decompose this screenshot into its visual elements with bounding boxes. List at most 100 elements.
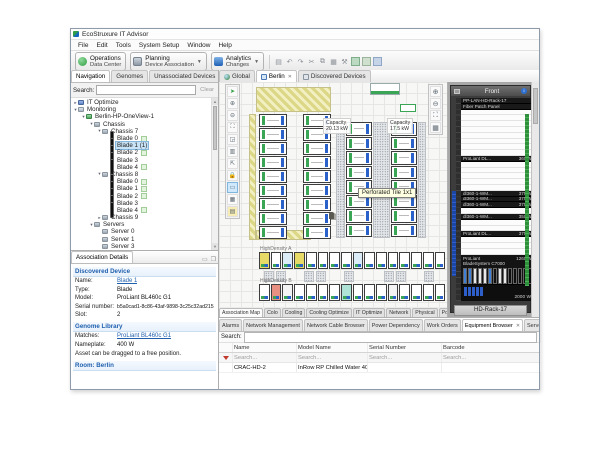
rack-view-tool-icon[interactable]: ▥ (227, 146, 238, 157)
layer-tab-cooling[interactable]: Cooling (282, 308, 306, 317)
unplaced-equipment[interactable] (400, 104, 416, 112)
tree-item-blade-1[interactable]: Blade 1 (71, 185, 218, 192)
minimize-icon[interactable]: ▭ (202, 256, 208, 263)
perspective-analytics[interactable]: AnalyticsChanges▼ (211, 52, 264, 71)
tab-berlin[interactable]: Berlin✕ (256, 70, 297, 82)
grid-view-icon[interactable]: ▦ (430, 122, 441, 133)
tree-scrollbar[interactable]: ▲ ▼ (211, 98, 218, 250)
menu-tools[interactable]: Tools (112, 42, 135, 49)
map-rack[interactable] (364, 252, 375, 269)
tree-item-blade-1-(1)[interactable]: Blade 1 (1) (71, 142, 218, 149)
map-rack[interactable] (353, 284, 364, 301)
column-header-model-name[interactable]: Model Name (297, 343, 368, 352)
tree-item-monitoring[interactable]: ▾Monitoring (71, 106, 218, 113)
blade-slot[interactable] (518, 268, 522, 284)
perforated-tile[interactable] (396, 271, 406, 282)
maximize-icon[interactable]: ❐ (211, 256, 216, 263)
redo-icon[interactable]: ↷ (296, 57, 305, 66)
layer-tab-network[interactable]: Network (386, 308, 411, 317)
tab-work-orders[interactable]: Work Orders (424, 319, 461, 331)
map-rack[interactable] (259, 252, 270, 269)
tools-icon[interactable]: ⚒ (340, 57, 349, 66)
tile-tool-icon[interactable]: ▦ (227, 194, 238, 205)
map-rack[interactable] (391, 166, 417, 180)
tab-navigation[interactable]: Navigation (71, 70, 110, 82)
blade-slot[interactable] (503, 268, 507, 284)
tree-item-chassis-8[interactable]: ▾Chassis 8 (71, 171, 218, 178)
pan-tool-icon[interactable]: ➤ (227, 86, 238, 97)
map-rack[interactable] (259, 198, 287, 211)
perspective-operations[interactable]: OperationsData Center (75, 52, 126, 71)
rack-unit-blade-chassis[interactable]: ProLiant1260 WBladeSystem C7000 (461, 255, 534, 285)
menu-file[interactable]: File (74, 42, 92, 49)
map-rack[interactable] (346, 166, 372, 180)
map-rack[interactable] (346, 137, 372, 151)
tree-item-berlin-hp-oneview-1[interactable]: ▾Berlin-HP-OneView-1 (71, 113, 218, 120)
tree-item-server-1[interactable]: Server 1 (71, 236, 218, 243)
rack-pdu-left[interactable] (452, 191, 456, 276)
tree-item-blade-2[interactable]: Blade 2 (71, 149, 218, 156)
map-rack[interactable] (259, 114, 287, 127)
print-icon[interactable]: ▦ (329, 57, 338, 66)
tree-item-blade-4[interactable]: Blade 4 (71, 164, 218, 171)
layer-tab-it-optimize[interactable]: IT Optimize (353, 308, 385, 317)
map-rack[interactable] (282, 252, 293, 269)
tab-network-cable-browser[interactable]: Network Cable Browser (304, 319, 368, 331)
zoom-in-icon[interactable]: ⊕ (227, 98, 238, 109)
map-rack[interactable] (303, 226, 331, 239)
close-icon[interactable]: ✕ (516, 323, 520, 329)
menu-help[interactable]: Help (214, 42, 235, 49)
perforated-tile[interactable] (304, 271, 314, 282)
tree-item-chassis-7[interactable]: ▾Chassis 7 (71, 128, 218, 135)
map-rack[interactable] (318, 284, 329, 301)
map-rack[interactable] (391, 137, 417, 151)
map-rack[interactable] (259, 284, 270, 301)
zoom-out-icon[interactable]: ⊖ (430, 98, 441, 109)
tree-item-blade-3[interactable]: Blade 3 (71, 200, 218, 207)
map-rack[interactable] (435, 252, 446, 269)
unplaced-equipment[interactable] (370, 83, 400, 95)
blade-slot[interactable] (498, 268, 502, 284)
map-rack[interactable] (388, 252, 399, 269)
tree-item-chassis[interactable]: ▾Chassis (71, 121, 218, 128)
map-rack[interactable] (399, 284, 410, 301)
field-value-link[interactable]: ProLiant BL460c G1 (117, 332, 171, 341)
filter-input-name[interactable]: Search... (233, 353, 297, 362)
map-rack[interactable] (391, 224, 417, 238)
scroll-up-arrow[interactable]: ▲ (212, 98, 218, 105)
map-rack[interactable] (346, 209, 372, 223)
tree-search-input[interactable] (96, 85, 196, 95)
blade-slot[interactable] (468, 268, 472, 284)
zoom-out-icon[interactable]: ⊖ (227, 110, 238, 121)
floor-plan-map[interactable]: Capacity 20.13 kWCapacity 17.5 kWHighDen… (219, 82, 448, 307)
map-rack[interactable] (271, 252, 282, 269)
chevron-down-icon[interactable]: ▼ (254, 59, 259, 65)
save-icon[interactable]: ▤ (274, 57, 283, 66)
layout-grid-icon[interactable] (362, 57, 371, 66)
map-rack[interactable] (303, 212, 331, 225)
tab-alarms[interactable]: Alarms (219, 319, 242, 331)
lock-tool-icon[interactable]: 🔒 (227, 170, 238, 181)
map-rack[interactable] (259, 226, 287, 239)
map-rack[interactable] (259, 156, 287, 169)
filter-input-barcode[interactable]: Search... (442, 353, 541, 362)
layer-tab-power[interactable]: Power (439, 308, 448, 317)
info-icon[interactable]: i (521, 88, 527, 94)
layout-blue-icon[interactable] (373, 57, 382, 66)
power-view-tool-icon[interactable]: ▤ (227, 206, 238, 217)
map-rack[interactable] (282, 284, 293, 301)
map-rack[interactable] (346, 224, 372, 238)
map-rack[interactable] (303, 198, 331, 211)
measure-tool-icon[interactable]: ⇱ (227, 158, 238, 169)
tab-global[interactable]: Global (219, 70, 255, 82)
map-rack[interactable] (388, 284, 399, 301)
map-rack[interactable] (364, 284, 375, 301)
rack-scrollbar[interactable] (531, 82, 539, 317)
tab-server-discoveries[interactable]: Server Discoveries (524, 319, 539, 331)
map-rack[interactable] (303, 156, 331, 169)
map-rack[interactable] (341, 252, 352, 269)
blade-slot[interactable] (473, 268, 477, 284)
map-rack[interactable] (294, 252, 305, 269)
select-mode-icon[interactable]: ▭ (227, 182, 238, 193)
field-value-link[interactable]: Blade 1 (117, 277, 137, 286)
